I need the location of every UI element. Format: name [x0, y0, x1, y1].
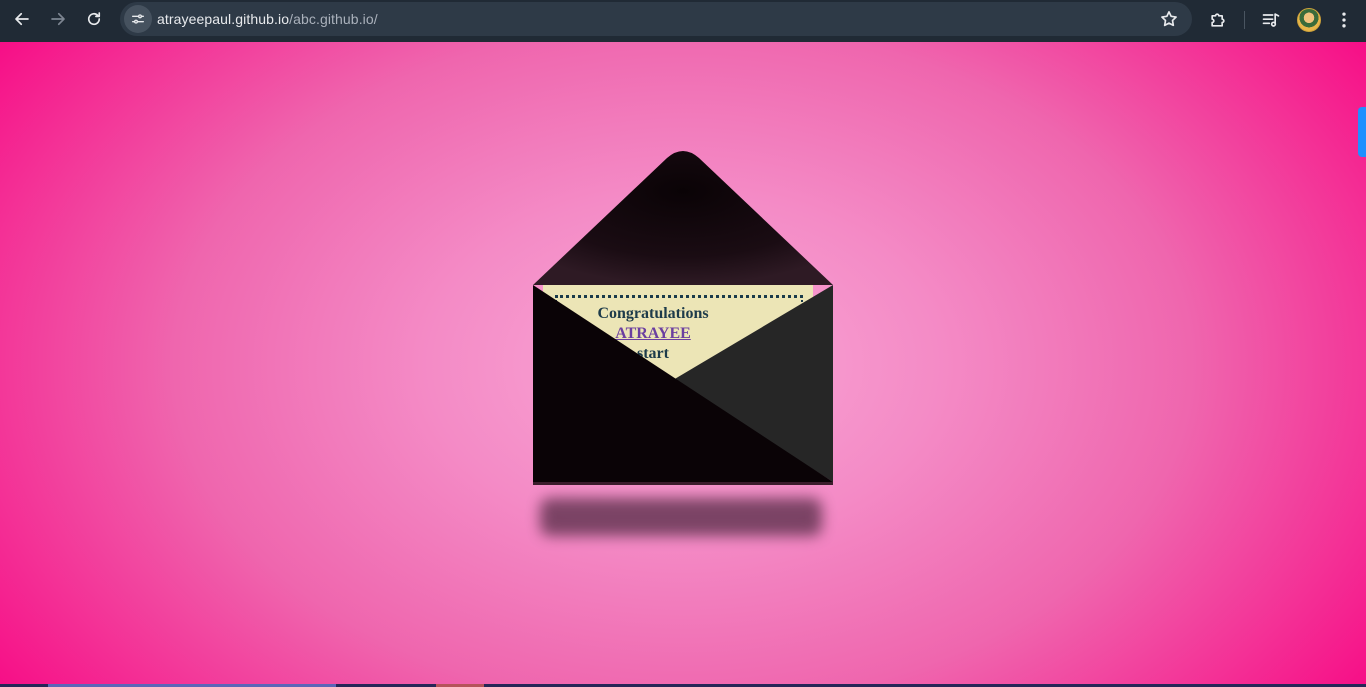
envelope-shadow [540, 498, 822, 536]
forward-button[interactable] [40, 1, 76, 37]
avatar[interactable] [1297, 8, 1321, 32]
envelope[interactable]: Congratulations ATRAYEE start [533, 144, 833, 486]
url-path: /abc.github.io/ [289, 11, 378, 27]
browser-toolbar: atrayeepaul.github.io/abc.github.io/ [0, 0, 1366, 42]
media-control-button[interactable] [1259, 8, 1283, 32]
extensions-button[interactable] [1206, 8, 1230, 32]
url-host: atrayeepaul.github.io [157, 11, 290, 27]
site-info-button[interactable] [124, 5, 152, 33]
media-queue-icon [1262, 13, 1280, 27]
arrow-right-icon [51, 12, 65, 26]
envelope-flap [533, 151, 833, 285]
tune-icon [132, 14, 144, 24]
page-background: Congratulations ATRAYEE start [0, 42, 1366, 687]
back-button[interactable] [4, 1, 40, 37]
toolbar-divider [1244, 11, 1245, 29]
bookmark-button[interactable] [1159, 9, 1179, 29]
kebab-menu-icon [1342, 12, 1346, 28]
envelope-pocket [533, 285, 833, 485]
address-bar[interactable]: atrayeepaul.github.io/abc.github.io/ [120, 2, 1192, 36]
star-icon [1161, 11, 1177, 27]
reload-icon [87, 12, 101, 26]
reload-button[interactable] [76, 1, 112, 37]
puzzle-icon [1211, 13, 1225, 27]
arrow-left-icon [15, 12, 29, 26]
browser-menu-button[interactable] [1332, 8, 1356, 32]
side-panel-handle[interactable] [1358, 107, 1366, 157]
url-text[interactable]: atrayeepaul.github.io/abc.github.io/ [157, 11, 378, 27]
